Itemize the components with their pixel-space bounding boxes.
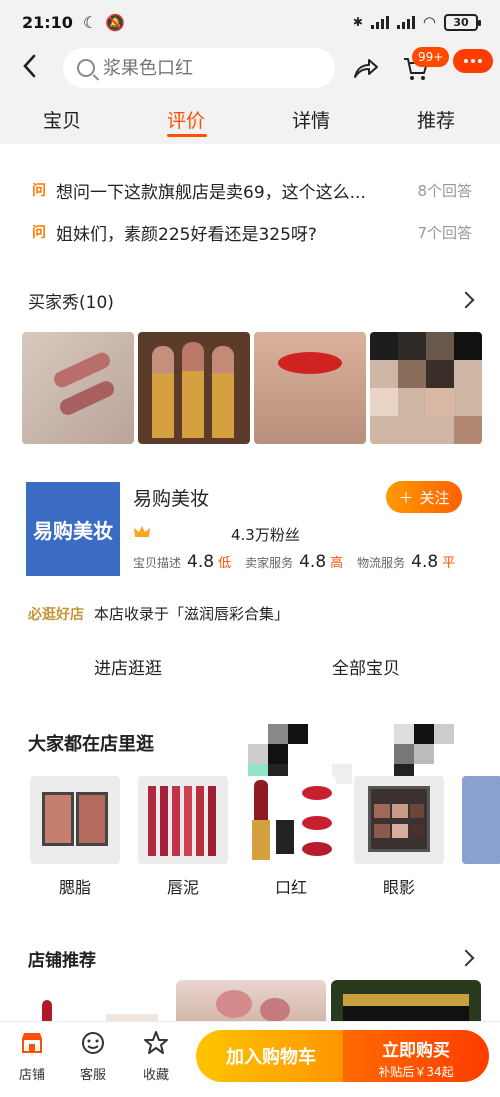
cart-badge: 99+ [412,47,450,67]
lip-mud-thumbnail [138,776,228,864]
wifi-icon: ◠ [422,13,436,31]
answer-count: 7个回答 [417,223,472,242]
store-recommend-title: 店铺推荐 [28,951,96,971]
plus-icon: ＋ [398,488,414,507]
tab-recommend[interactable]: 推荐 [417,106,455,133]
signal-icon-2 [396,15,415,29]
favorite-label: 收藏 [142,1068,169,1083]
shop-tab-button[interactable]: 店铺 [12,1030,52,1083]
bottom-action-bar: 店铺 客服 收藏 加入购物车 立即购买 补贴后￥34起 [0,1021,500,1097]
battery-level: 30 [453,15,469,29]
tab-bar: 宝贝 评价 详情 推荐 [0,94,500,144]
question-text: 姐妹们，素颜225好看还是325呀? [56,224,317,245]
category-list: 腮脂 唇泥 口红 眼影 [30,776,500,898]
status-bar: 21:10 ☾ 🔕 ✱ ◠ 30 [0,0,500,44]
collection-text: 本店收录于「滋润唇彩合集」 [94,605,290,623]
search-bar[interactable] [63,48,335,88]
buy-now-price: 补贴后￥34起 [378,1065,454,1079]
favorite-button[interactable]: 收藏 [136,1030,176,1083]
all-items-button[interactable]: 全部宝贝 [332,654,400,679]
category-eyeshadow[interactable]: 眼影 [354,776,444,898]
store-icon [22,1033,42,1053]
tab-item[interactable]: 宝贝 [43,106,81,133]
back-button[interactable] [22,54,46,82]
qa-row[interactable]: 问 姐妹们，素颜225好看还是325呀? 7个回答 [0,214,500,250]
add-to-cart-button[interactable]: 加入购物车 [196,1030,346,1082]
battery-icon: 30 [444,13,481,31]
service-label: 客服 [79,1068,106,1083]
answer-count: 8个回答 [417,181,472,200]
tab-underline [167,134,207,137]
shop-tab-label: 店铺 [18,1068,45,1083]
buyer-show-title[interactable]: 买家秀(10) [28,288,114,313]
crown-icon [134,526,150,537]
category-blush[interactable]: 腮脂 [30,776,120,898]
star-icon [144,1031,168,1054]
buy-now-button[interactable]: 立即购买 补贴后￥34起 [343,1030,489,1082]
buyer-photo-blurred[interactable] [370,332,482,444]
question-marker: 问 [32,183,46,199]
tab-reviews[interactable]: 评价 [167,106,205,133]
main-content: 问 想问一下这款旗舰店是卖69，这个这么... 8个回答 问 姐妹们，素颜225… [0,144,500,1021]
eyeshadow-thumbnail [354,776,444,864]
category-lipstick[interactable]: 口红 [246,776,336,898]
recommend-item[interactable] [176,980,326,1021]
search-icon [77,59,95,77]
buyer-photos [22,332,500,444]
more-dots-icon [464,59,468,63]
fans-count: 4.3万粉丝 [231,526,300,544]
chevron-left-icon [23,54,36,78]
category-more[interactable] [462,776,500,864]
signal-icon [370,15,389,29]
must-visit-badge: 必逛好店 [28,606,84,623]
top-header: 99+ [0,44,500,94]
customer-service-button[interactable]: 客服 [73,1030,113,1083]
share-button[interactable] [352,56,380,80]
shop-buttons: 进店逛逛 全部宝贝 [0,654,500,684]
more-thumbnail [462,776,500,864]
search-input[interactable] [103,57,303,79]
browse-title: 大家都在店里逛 [28,734,154,755]
status-time: 21:10 [22,12,73,32]
tab-details[interactable]: 详情 [292,106,330,133]
shop-name[interactable]: 易购美妆 [133,484,209,511]
chevron-right-icon[interactable] [457,291,475,309]
question-text: 想问一下这款旗舰店是卖69，这个这么... [56,182,366,203]
question-marker: 问 [32,225,46,241]
buyer-photo[interactable] [254,332,366,444]
category-lip-mud[interactable]: 唇泥 [138,776,228,898]
buyer-photo[interactable] [22,332,134,444]
bell-muted-icon: 🔕 [105,12,126,32]
collection-row[interactable]: 必逛好店 本店收录于「滋润唇彩合集」 [28,603,289,624]
buy-now-label: 立即购买 [382,1041,450,1061]
more-button[interactable] [453,49,493,73]
shop-logo[interactable]: 易购美妆 [26,482,120,576]
share-icon [354,59,378,78]
bluetooth-icon: ✱ [352,15,363,29]
buyer-photo[interactable] [138,332,250,444]
recommend-item[interactable] [331,980,481,1021]
blush-thumbnail [30,776,120,864]
qa-row[interactable]: 问 想问一下这款旗舰店是卖69，这个这么... 8个回答 [0,172,500,208]
follow-button[interactable]: ＋关注 [386,481,462,513]
moon-icon: ☾ [82,12,98,32]
shop-ratings: 宝贝描述 4.8 低 卖家服务 4.8 高 物流服务 4.8 平 [133,552,456,572]
lipstick-thumbnail [246,776,336,864]
recommend-item[interactable] [22,980,172,1021]
service-icon [82,1032,104,1054]
chevron-right-icon[interactable] [457,949,475,967]
enter-shop-button[interactable]: 进店逛逛 [94,654,162,679]
